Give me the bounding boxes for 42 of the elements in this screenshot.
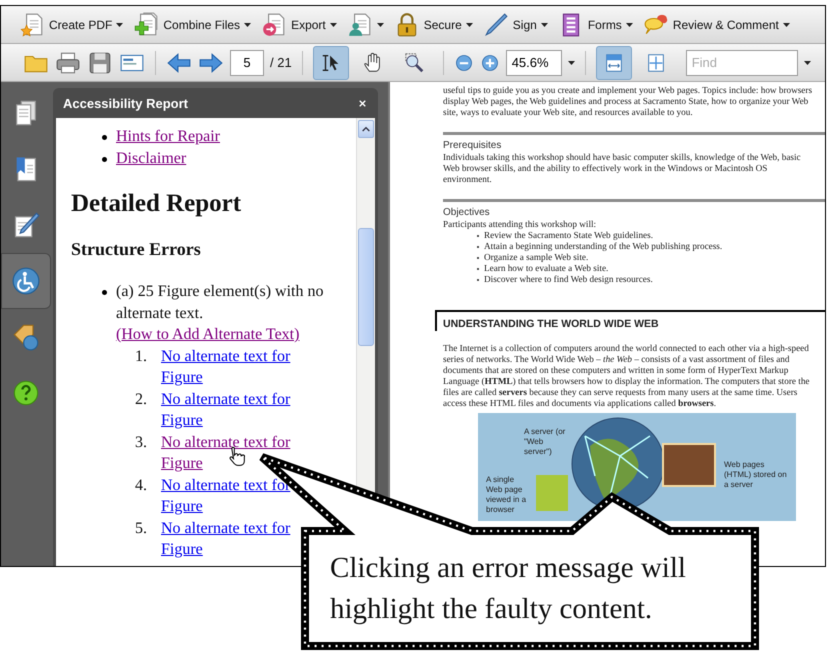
toolbar-menu-button[interactable]: Secure <box>392 12 475 38</box>
section-heading: Prerequisites <box>443 139 502 152</box>
page-count: / 21 <box>270 55 292 70</box>
error-link[interactable]: No alternate text for Figure <box>161 346 311 388</box>
toolbar-menu-button[interactable]: Combine Files <box>131 12 254 38</box>
section-heading: Objectives <box>443 206 491 219</box>
report-link[interactable]: Disclaimer <box>116 148 186 169</box>
paragraph: Individuals taking this workshop should have basic computer skills, knowledge of the Web, basic Web browser skills, and the ability to effectively work in the Windows or Macintosh OS environment. <box>443 152 802 185</box>
diagram-label: A server (or "Web server") <box>524 427 566 457</box>
list-number: 3. <box>134 432 147 452</box>
callout-text: Clicking an error message will highlight the faulty content. <box>330 551 687 627</box>
paragraph: The Internet is a collection of computers around the world connected to each other via a high-speed series of networks. The World Wide Web – the Web – consists of a vast assortment of files and documents that are stored on these computers and written in some form of HyperText Markup Language (HTML) that tells browsers how to display the information. The computers that store the files are called servers because they can serve requests from many users at the same time. Users access these HTML files and documents via applications called browsers. <box>443 343 810 409</box>
report-heading: Detailed Report <box>71 189 242 219</box>
list-number: 4. <box>134 476 147 496</box>
bullet-text: Organize a sample Web site. <box>484 252 588 263</box>
error-link[interactable]: No alternate text for Figure <box>161 388 311 432</box>
bullet-text: Discover where to find Web design resources. <box>484 274 653 285</box>
list-number: 5. <box>134 518 147 538</box>
find-field[interactable]: Find <box>686 50 798 76</box>
bullet-text: Review the Sacramento State Web guidelines. <box>484 230 654 241</box>
bullet-text: Learn how to evaluate a Web site. <box>484 263 608 274</box>
diagram-label: Web pages (HTML) stored on a server <box>724 460 788 490</box>
chapter-heading: UNDERSTANDING THE WORLD WIDE WEB <box>435 312 825 331</box>
toolbar-menu-button[interactable]: Forms <box>556 12 635 38</box>
list-number: 2. <box>134 390 147 410</box>
diagram-label: A single Web page viewed in a browser <box>486 475 528 515</box>
bullet-text: Attain a beginning understanding of the Web publishing process. <box>484 241 722 252</box>
paragraph: Participants attending this workshop will: <box>443 219 598 230</box>
error-link[interactable]: No alternate text for Figure <box>161 432 311 474</box>
report-link[interactable]: Hints for Repair <box>116 126 220 148</box>
paragraph: useful tips to guide you as you create and implement your Web pages. Topics include: how browsers display Web pages, the Web guidelines and process at Sacramento State, how to organize your Web site, ways to evaluate your Web site, and resources available to you. <box>443 85 814 118</box>
toolbar-menu-button[interactable]: Review & Comment <box>640 12 792 38</box>
help-link[interactable]: (How to Add Alternate Text) <box>116 324 341 346</box>
toolbar-menu-button[interactable]: Export <box>259 12 339 38</box>
list-number: 1. <box>134 346 147 366</box>
error-description: (a) 25 Figure element(s) with no alternate text. <box>116 282 324 324</box>
toolbar-menu-button[interactable]: Create PDF <box>17 12 126 38</box>
toolbar-menu-button[interactable]: Sign <box>480 12 550 38</box>
panel-title: Accessibility Report <box>63 96 188 110</box>
page-number-field[interactable]: 5 <box>230 50 264 76</box>
zoom-field[interactable]: 45.6% <box>506 50 562 76</box>
section-heading: Structure Errors <box>71 238 202 261</box>
